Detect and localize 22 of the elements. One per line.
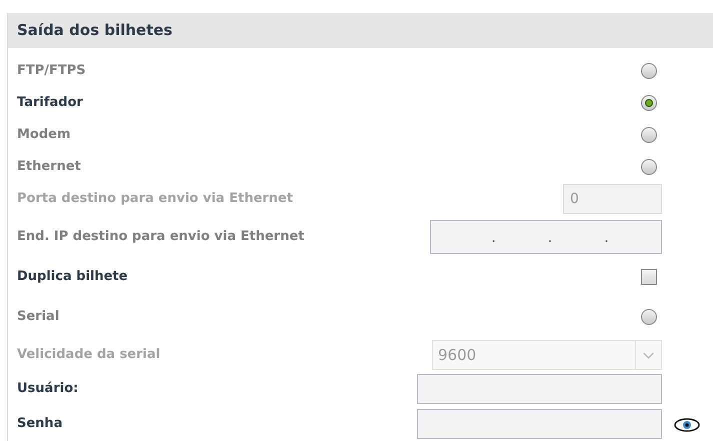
ip-address-field[interactable]: . . . <box>430 220 662 254</box>
field-label: Velicidade da serial <box>17 346 162 364</box>
checkbox[interactable] <box>641 269 657 285</box>
radio-button[interactable] <box>641 309 657 325</box>
field-label: Ethernet <box>17 158 82 176</box>
radio-button[interactable] <box>641 159 657 175</box>
field-label: Modem <box>17 126 72 144</box>
password-field[interactable] <box>417 409 662 439</box>
radio-button[interactable] <box>641 127 657 143</box>
radio-button[interactable] <box>641 63 657 79</box>
field-label: Senha <box>17 415 64 434</box>
eye-icon[interactable] <box>674 418 700 432</box>
field-label: Tarifador <box>17 94 84 112</box>
radio-button[interactable] <box>641 95 657 111</box>
input-field[interactable] <box>417 374 662 404</box>
section-title: Saída dos bilhetes <box>17 20 172 42</box>
field-label: Porta destino para envio via Ethernet <box>17 190 294 208</box>
field-label: FTP/FTPS <box>17 62 87 80</box>
field-label: Duplica bilhete <box>17 268 129 286</box>
field-label: Usuário: <box>17 380 80 398</box>
field-label: Serial <box>17 308 60 326</box>
field-label: End. IP destino para envio via Ethernet <box>17 228 306 246</box>
